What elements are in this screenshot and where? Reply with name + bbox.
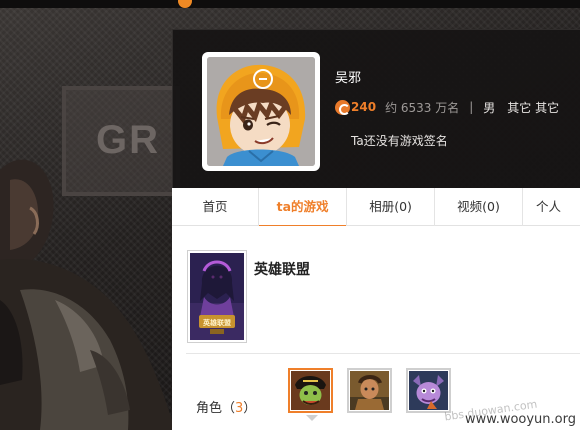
tab-home[interactable]: 首页 bbox=[172, 188, 258, 226]
coin-value: 240 bbox=[351, 100, 377, 114]
profile-panel: 吴邪 240 约 6533 万名 | 男 其它 其它 Ta还没有游戏签名 首页 … bbox=[172, 29, 580, 430]
profile-tags: 其它 其它 bbox=[507, 100, 560, 115]
top-logo-icon bbox=[178, 0, 192, 8]
tab-personal[interactable]: 个人 bbox=[523, 188, 580, 226]
avatar-image bbox=[207, 57, 315, 166]
role-portrait bbox=[291, 371, 330, 410]
tab-photos[interactable]: 相册(0) bbox=[347, 188, 434, 226]
content-divider bbox=[186, 353, 580, 354]
user-name: 吴邪 bbox=[335, 71, 362, 86]
role-thumb-warrior[interactable] bbox=[347, 368, 392, 413]
role-portrait bbox=[350, 371, 389, 410]
stat-separator: | bbox=[469, 100, 474, 114]
gender-text: 男 bbox=[483, 100, 496, 115]
profile-header: 吴邪 240 约 6533 万名 | 男 其它 其它 Ta还没有游戏签名 bbox=[172, 29, 580, 188]
profile-tabs: 首页 ta的游戏 相册(0) 视频(0) 个人 bbox=[172, 188, 580, 227]
roles-label-text: 角色（ bbox=[196, 401, 236, 416]
role-thumb-yordle[interactable] bbox=[406, 368, 451, 413]
coin-icon bbox=[335, 99, 350, 115]
avatar[interactable] bbox=[202, 52, 320, 171]
top-bar bbox=[0, 0, 580, 8]
profile-stats: 240 约 6533 万名 | 男 其它 其它 bbox=[335, 98, 559, 116]
avatar-illustration bbox=[207, 57, 315, 166]
roles-label: 角色（3） bbox=[196, 397, 256, 416]
tab-games[interactable]: ta的游戏 bbox=[259, 188, 347, 227]
role-pointer-icon bbox=[306, 415, 318, 421]
soldier-artwork bbox=[0, 159, 175, 430]
tab-videos[interactable]: 视频(0) bbox=[435, 188, 522, 226]
game-cover[interactable]: 英雄联盟 bbox=[187, 250, 247, 343]
game-cover-caption: 英雄联盟 bbox=[202, 318, 231, 327]
watermark: www.wooyun.org bbox=[464, 412, 576, 427]
roles-label-end: ） bbox=[243, 401, 257, 416]
rank-text: 约 6533 万名 bbox=[385, 100, 460, 115]
game-cover-art: 英雄联盟 bbox=[190, 253, 244, 340]
game-signature: Ta还没有游戏签名 bbox=[351, 134, 448, 148]
role-thumb-pirate[interactable] bbox=[288, 368, 333, 413]
role-portrait bbox=[409, 371, 448, 410]
game-title[interactable]: 英雄联盟 bbox=[254, 259, 310, 279]
